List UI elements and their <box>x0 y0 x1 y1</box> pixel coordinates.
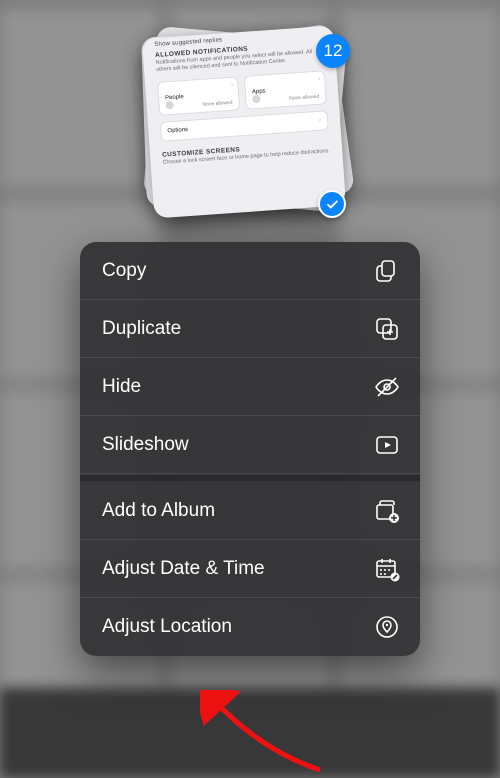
menu-item-label: Duplicate <box>102 318 181 340</box>
map-pin-circle-icon <box>374 614 400 640</box>
thumb-people-value: None allowed <box>202 100 233 108</box>
menu-item-adjust-location[interactable]: Adjust Location <box>80 598 420 656</box>
menu-item-adjust-date-time[interactable]: Adjust Date & Time <box>80 540 420 598</box>
play-rect-icon <box>374 432 400 458</box>
menu-item-label: Adjust Date & Time <box>102 558 265 580</box>
thumb-apps-value: None allowed <box>289 93 320 101</box>
duplicate-icon <box>374 316 400 342</box>
chevron-right-icon: › <box>231 81 234 88</box>
calendar-edit-icon <box>374 556 400 582</box>
album-add-icon <box>374 498 400 524</box>
menu-item-slideshow[interactable]: Slideshow <box>80 416 420 474</box>
selected-checkmark-badge <box>318 190 346 218</box>
eye-slash-icon <box>374 374 400 400</box>
selected-photos-stack[interactable]: Show suggested replies ALLOWED NOTIFICAT… <box>144 24 344 224</box>
selection-count-badge: 12 <box>316 34 350 68</box>
avatar-placeholder-icon <box>165 101 174 110</box>
menu-group-separator <box>80 474 420 482</box>
menu-item-label: Slideshow <box>102 434 189 456</box>
thumb-people-label: People <box>165 94 184 101</box>
context-menu: Copy Duplicate Hide Slideshow Add to Alb… <box>80 242 420 656</box>
thumb-options-row: Options › <box>160 110 329 142</box>
menu-item-hide[interactable]: Hide <box>80 358 420 416</box>
thumb-options-label: Options <box>167 127 188 134</box>
copy-icon <box>374 258 400 284</box>
chevron-right-icon: › <box>318 116 321 123</box>
menu-item-copy[interactable]: Copy <box>80 242 420 300</box>
menu-item-add-to-album[interactable]: Add to Album <box>80 482 420 540</box>
chevron-right-icon: › <box>318 75 321 82</box>
menu-item-label: Adjust Location <box>102 616 232 638</box>
thumb-apps-label: Apps <box>252 88 266 95</box>
app-placeholder-icon <box>252 95 261 104</box>
thumb-people-box: People › None allowed <box>157 76 240 116</box>
thumb-apps-box: Apps › None allowed <box>244 70 327 110</box>
checkmark-icon <box>325 197 340 212</box>
menu-item-label: Copy <box>102 260 146 282</box>
menu-item-label: Hide <box>102 376 141 398</box>
menu-item-duplicate[interactable]: Duplicate <box>80 300 420 358</box>
menu-item-label: Add to Album <box>102 500 215 522</box>
selection-count-value: 12 <box>324 41 343 61</box>
